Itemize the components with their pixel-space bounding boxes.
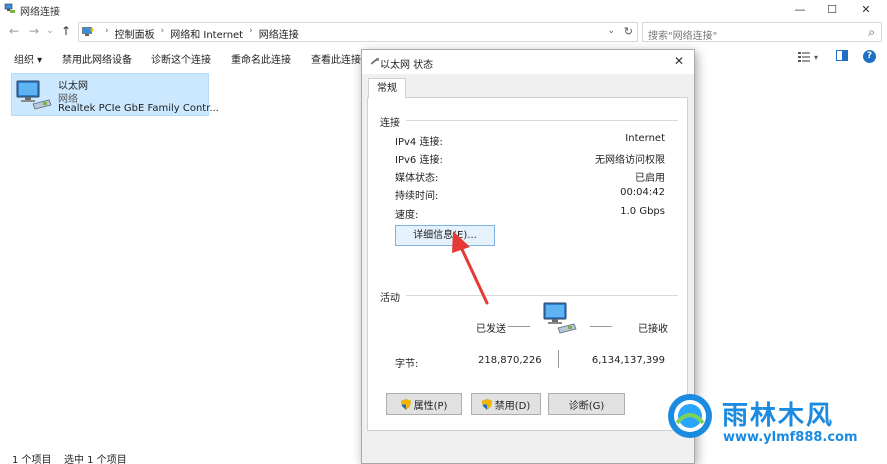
media-state-value: 已启用 — [635, 173, 665, 184]
diagnose-button-label: 诊断(G) — [568, 400, 605, 412]
duration-label: 持续时间: — [395, 191, 439, 202]
item-count: 1 个项目 — [12, 455, 52, 464]
dialog-close-icon[interactable]: ✕ — [674, 54, 684, 68]
received-label: 已接收 — [638, 324, 668, 335]
disable-button[interactable]: 禁用(D) — [471, 393, 541, 415]
speed-label: 速度: — [395, 210, 419, 221]
disable-device-command[interactable]: 禁用此网络设备 — [62, 51, 132, 66]
uac-shield-icon — [400, 398, 411, 410]
organize-menu[interactable]: 组织 ▾ — [14, 51, 42, 66]
sent-dash — [508, 326, 530, 327]
ethernet-adapter-icon — [16, 80, 52, 110]
preview-pane-icon[interactable] — [836, 50, 848, 61]
uac-shield-icon — [481, 398, 492, 410]
network-connections-icon — [4, 3, 15, 13]
ipv4-value: Internet — [625, 133, 665, 144]
address-row: ← → ⌄ ↑ › 控制面板 › 网络和 Internet › 网络连接 ⌄ ↻… — [0, 20, 887, 44]
watermark-title: 雨林木风 — [722, 401, 835, 431]
ethernet-status-dialog: 以太网 状态 ✕ 常规 连接 IPv4 连接: Internet IPv6 连接… — [361, 49, 695, 464]
breadcrumb-control-panel[interactable]: 控制面板 — [115, 26, 155, 41]
breadcrumb-network-connections[interactable]: 网络连接 — [259, 26, 299, 41]
connection-divider — [406, 120, 678, 121]
help-icon[interactable]: ? — [863, 50, 876, 63]
properties-button-label: 属性(P) — [413, 400, 448, 412]
rename-connection-command[interactable]: 重命名此连接 — [231, 51, 291, 66]
network-activity-icon — [543, 302, 577, 334]
diagnose-button[interactable]: 诊断(G) — [548, 393, 625, 415]
activity-heading: 活动 — [380, 293, 400, 304]
breadcrumb-network-internet[interactable]: 网络和 Internet — [170, 26, 243, 41]
selected-count: 选中 1 个项目 — [64, 455, 127, 464]
duration-value: 00:04:42 — [620, 187, 665, 198]
bytes-sent: 218,870,226 — [478, 355, 542, 366]
sent-label: 已发送 — [476, 324, 506, 335]
refresh-icon[interactable]: ↻ — [624, 25, 633, 38]
search-input[interactable]: 搜索"网络连接" ⌕ — [642, 22, 882, 42]
window-titlebar: 网络连接 — ☐ ✕ — [0, 0, 887, 18]
tab-general[interactable]: 常规 — [368, 78, 406, 98]
change-view-icon[interactable] — [797, 50, 811, 64]
close-button[interactable]: ✕ — [846, 0, 886, 18]
general-panel: 连接 IPv4 连接: Internet IPv6 连接: 无网络访问权限 媒体… — [367, 97, 688, 431]
dialog-title: 以太网 状态 — [380, 60, 434, 71]
bytes-label: 字节: — [395, 359, 419, 370]
address-history-chevron-icon[interactable]: ⌄ — [607, 26, 615, 36]
up-arrow-icon[interactable]: ↑ — [58, 23, 74, 39]
media-state-label: 媒体状态: — [395, 173, 439, 184]
address-bar[interactable]: › 控制面板 › 网络和 Internet › 网络连接 ⌄ ↻ — [78, 22, 638, 42]
disable-button-label: 禁用(D) — [494, 400, 531, 412]
properties-button[interactable]: 属性(P) — [386, 393, 462, 415]
network-cable-icon — [371, 58, 379, 65]
received-dash — [590, 326, 612, 327]
view-options-chevron-icon[interactable]: ▾ — [814, 53, 818, 62]
search-icon: ⌕ — [868, 25, 875, 39]
ipv4-label: IPv4 连接: — [395, 137, 443, 148]
breadcrumb: › 控制面板 › 网络和 Internet › 网络连接 — [105, 26, 299, 41]
forward-arrow-icon[interactable]: → — [26, 23, 42, 39]
diagnose-connection-command[interactable]: 诊断这个连接 — [151, 51, 211, 66]
window-title: 网络连接 — [20, 7, 60, 18]
ethernet-adapter-item[interactable]: 以太网 网络 Realtek PCIe GbE Family Contr... — [11, 73, 219, 116]
bytes-received: 6,134,137,399 — [591, 355, 665, 366]
dialog-titlebar: 以太网 状态 ✕ — [362, 50, 694, 74]
ipv6-value: 无网络访问权限 — [595, 155, 665, 166]
bytes-divider — [558, 350, 559, 368]
search-placeholder: 搜索"网络连接" — [648, 31, 718, 42]
recent-locations-chevron-icon[interactable]: ⌄ — [42, 23, 58, 39]
connection-heading: 连接 — [380, 118, 400, 129]
adapter-device: Realtek PCIe GbE Family Contr... — [58, 103, 219, 114]
watermark-url: www.ylmf888.com — [723, 430, 858, 445]
ipv6-label: IPv6 连接: — [395, 155, 443, 166]
back-arrow-icon[interactable]: ← — [6, 23, 22, 39]
annotation-arrow-icon — [452, 231, 489, 305]
watermark-logo-icon — [668, 394, 712, 438]
control-panel-icon — [82, 27, 94, 36]
speed-value: 1.0 Gbps — [620, 206, 665, 217]
view-connection-status-command[interactable]: 查看此连接 — [311, 51, 361, 66]
